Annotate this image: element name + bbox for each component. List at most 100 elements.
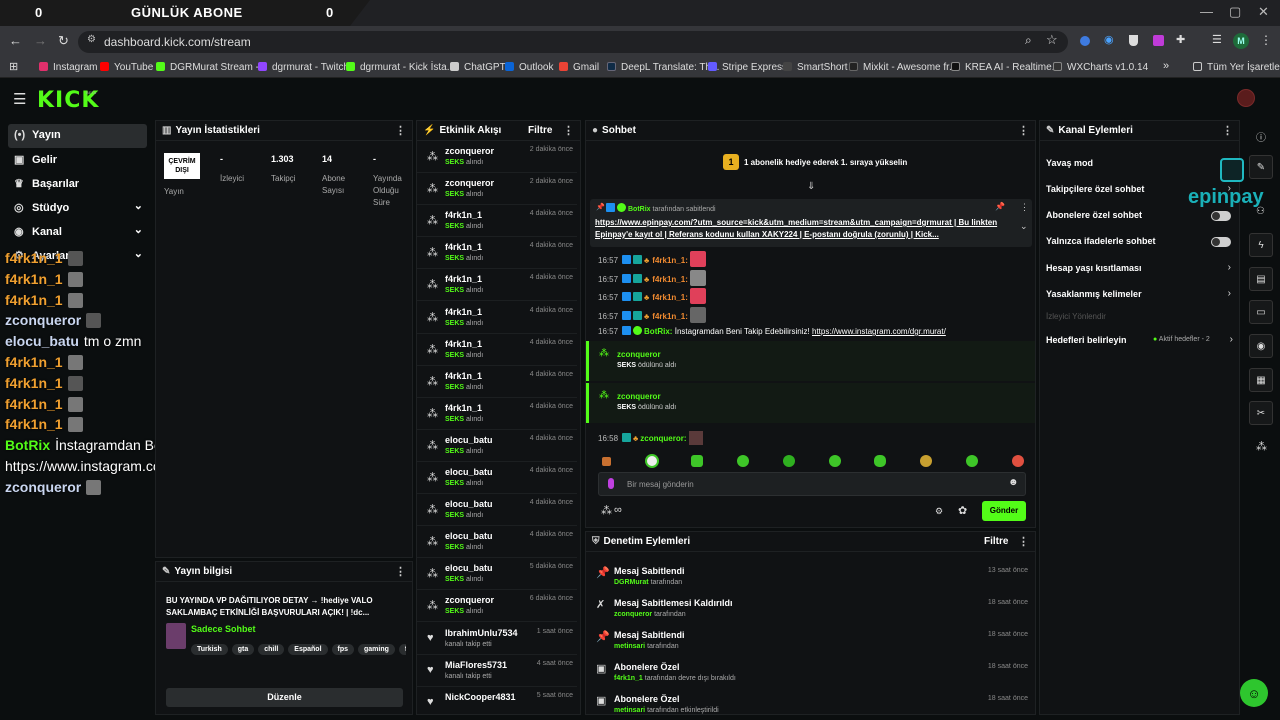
more-options-icon[interactable]: ⋮ [563, 124, 574, 137]
event-item[interactable]: ⁂ f4rk1n_1 SEKS alındı 4 dakika önce [417, 366, 577, 398]
channel-action-label[interactable]: Hesap yaşı kısıtlaması [1046, 263, 1236, 273]
pin-icon[interactable]: 📌 [995, 202, 1005, 211]
chevron-down-icon[interactable]: ⌄ [1020, 221, 1028, 232]
chat-message[interactable]: 16:57 ♣ f4rk1n_1: [598, 288, 706, 305]
chat-input[interactable]: Bir mesaj gönderin ☻ [598, 472, 1026, 496]
settings-icon[interactable]: ⚙ [935, 506, 943, 517]
bookmark-item[interactable]: YouTube [100, 62, 153, 73]
emote-button[interactable] [874, 455, 886, 467]
sidebar-item-kanal[interactable]: ◉ Kanal ⌄ [8, 220, 147, 244]
pinned-message[interactable]: 📌 BotRix tarafından sabitlendi 📌 ⋮ https… [590, 199, 1032, 247]
user-avatar[interactable] [1237, 89, 1255, 107]
bookmark-item[interactable]: SmartShort [783, 62, 848, 73]
event-item[interactable]: ⁂ zconqueror SEKS alındı 2 dakika önce [417, 173, 577, 206]
event-item[interactable]: ♥ IbrahimUnlu7534 kanalı takip etti 1 saat … [417, 623, 577, 655]
more-options-icon[interactable]: ⋮ [395, 565, 406, 578]
forward-icon[interactable]: → [34, 33, 47, 48]
tag[interactable]: chill [258, 644, 285, 655]
info-icon[interactable]: ⓘ [1256, 129, 1266, 144]
mic-icon[interactable] [608, 478, 614, 489]
bookmark-item[interactable]: Outlook [505, 62, 553, 73]
bookmark-item[interactable]: DGRMurat Stream -... [156, 62, 267, 73]
channel-action-label[interactable]: Yalnızca ifadelerle sohbet [1046, 236, 1236, 246]
edit-button[interactable]: Düzenle [166, 688, 403, 707]
reward-redeem-message[interactable]: ⁂ zconqueror SEKS ödülünü aldı [586, 341, 1035, 381]
lightning-icon[interactable]: ϟ [1249, 233, 1273, 257]
tag[interactable]: Español [288, 644, 328, 655]
event-item[interactable]: ♥ NickCooper4831 5 saat önce [417, 687, 577, 714]
broadcast-icon[interactable]: ◉ [1249, 334, 1273, 358]
hamburger-menu-icon[interactable]: ☰ [13, 90, 26, 108]
event-item[interactable]: ⁂ f4rk1n_1 SEKS alındı 4 dakika önce [417, 302, 577, 334]
toggle-switch[interactable] [1211, 237, 1231, 247]
pinned-text[interactable]: https://www.epinpay.com/?utm_source=kick… [595, 217, 1005, 241]
event-item[interactable]: ⁂ f4rk1n_1 SEKS alındı 4 dakika önce [417, 237, 577, 270]
wrench-icon[interactable]: ✂ [1249, 401, 1273, 425]
chevron-right-icon[interactable]: › [1228, 288, 1231, 299]
apps-grid-icon[interactable]: ⊞ [9, 60, 18, 73]
extension-icon[interactable]: ◉ [1104, 33, 1114, 46]
maximize-button[interactable]: ▢ [1229, 4, 1241, 20]
bookmark-item[interactable]: Stripe Express [708, 62, 787, 73]
emote-button[interactable] [602, 457, 611, 466]
all-bookmarks-folder[interactable]: Tüm Yer İşaretleri [1193, 62, 1280, 73]
moderation-item[interactable]: ▣ Abonelere Özel metinsari tarafından etki… [586, 690, 1035, 714]
back-icon[interactable]: ← [9, 33, 22, 48]
close-window-button[interactable]: ✕ [1258, 4, 1269, 20]
puzzle-icon[interactable]: ✚ [1176, 33, 1185, 46]
moderation-item[interactable]: 📌 Mesaj Sabitlendi metinsari tarafından 18 … [586, 626, 1035, 658]
kick-bot-icon[interactable]: ✿ [958, 504, 967, 517]
chat-message[interactable]: 16:57 BotRix: İnstagramdan Beni Takip Ede… [598, 326, 946, 336]
event-item[interactable]: ♥ MiaFlores5731 kanalı takip etti 4 saat ön… [417, 655, 577, 687]
extension-icon[interactable] [1153, 35, 1164, 46]
toggle-switch[interactable] [1211, 211, 1231, 221]
channel-action-label[interactable]: Abonelere özel sohbet [1046, 210, 1236, 220]
moderation-item[interactable]: 📌 Mesaj Sabitlendi DGRMurat tarafından 13 s… [586, 562, 1035, 594]
event-item[interactable]: ⁂ f4rk1n_1 SEKS alındı 4 dakika önce [417, 269, 577, 302]
emote-button[interactable] [737, 455, 749, 467]
moderation-item[interactable]: ✗ Mesaj Sabitlemesi Kaldırıldı zconqueror … [586, 594, 1035, 626]
bookmark-item[interactable]: Instagram [39, 62, 97, 73]
event-item[interactable]: ⁂ elocu_batu SEKS alındı 4 dakika önce [417, 462, 577, 494]
bookmark-item[interactable]: Gmail [559, 62, 599, 73]
channel-action-label[interactable]: Yavaş mod [1046, 158, 1236, 168]
chat-message[interactable]: 16:57 ♣ f4rk1n_1: [598, 269, 706, 286]
more-options-icon[interactable]: ⋮ [1222, 124, 1233, 137]
community-icon[interactable]: ⁂ [1256, 440, 1267, 453]
emoji-icon[interactable]: ☻ [1008, 477, 1019, 488]
emote-button[interactable] [966, 455, 978, 467]
document-icon[interactable]: ▤ [1249, 267, 1273, 291]
filter-button[interactable]: Filtre [528, 125, 552, 136]
edit-icon[interactable]: ✎ [1249, 155, 1273, 179]
tab-search-icon[interactable]: ☰ [1212, 33, 1222, 46]
more-bookmarks-icon[interactable]: » [1163, 60, 1169, 72]
bookmark-star-icon[interactable]: ☆ [1046, 32, 1058, 48]
chat-icon[interactable]: ▭ [1249, 300, 1273, 324]
layout-icon[interactable]: ▦ [1249, 368, 1273, 392]
tag[interactable]: fps [331, 644, 355, 655]
event-item[interactable]: ⁂ f4rk1n_1 SEKS alındı 4 dakika önce [417, 205, 577, 238]
event-item[interactable]: ⁂ elocu_batu SEKS alındı 4 dakika önce [417, 494, 577, 527]
event-item[interactable]: ⁂ elocu_batu SEKS alındı 4 dakika önce [417, 430, 577, 462]
tag[interactable]: gta [231, 644, 255, 655]
extension-icon[interactable] [1080, 36, 1090, 46]
scroll-down-icon[interactable]: ⇓ [807, 181, 815, 192]
bookmark-item[interactable]: DeepL Translate: Th... [607, 62, 719, 73]
chevron-right-icon[interactable]: › [1228, 262, 1231, 273]
event-item[interactable]: ⁂ zconqueror SEKS alındı 2 dakika önce [417, 141, 577, 173]
event-item[interactable]: ⁂ elocu_batu SEKS alındı 5 dakika önce [417, 558, 577, 591]
more-options-icon[interactable]: ⋮ [1018, 124, 1029, 137]
emote-button[interactable] [783, 455, 795, 467]
bookmark-item[interactable]: KREA AI - Realtime... [951, 62, 1060, 73]
reward-redeem-message[interactable]: ⁂ zconqueror SEKS ödülünü aldı [586, 383, 1035, 423]
emote-button[interactable] [1012, 455, 1024, 467]
bookmark-item[interactable]: dgrmurat - Kick İsta... [346, 62, 455, 73]
sidebar-item-studyo[interactable]: ◎ Stüdyo ⌄ [8, 196, 147, 220]
menu-icon[interactable]: ⋮ [1260, 33, 1272, 47]
filter-button[interactable]: Filtre [984, 536, 1008, 547]
address-bar[interactable]: dashboard.kick.com/stream [78, 31, 1068, 53]
chat-message[interactable]: 16:57 ♣ f4rk1n_1: [598, 307, 706, 324]
tag[interactable]: gaming [358, 644, 395, 655]
chat-message[interactable]: 16:58 ♣ zconqueror: [598, 431, 703, 445]
sidebar-item-basarilar[interactable]: ♛ Başarılar [8, 172, 147, 196]
